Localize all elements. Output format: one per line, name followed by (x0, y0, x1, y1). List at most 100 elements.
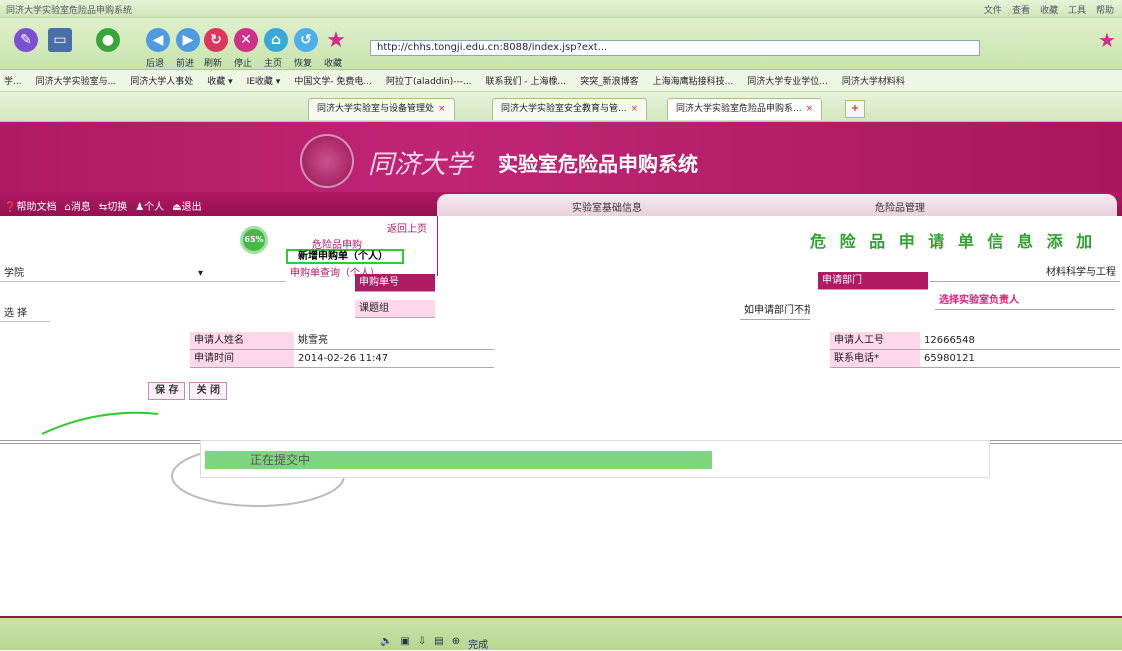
address-bar[interactable]: http://chhs.tongji.edu.cn:8088/index.jsp… (370, 40, 980, 56)
fav-item[interactable]: 同济大学专业学位... (747, 74, 828, 87)
submit-progress: 正在提交中 (200, 440, 990, 478)
menu-help[interactable]: 帮助 (1096, 3, 1114, 16)
tab-safety-education[interactable]: 同济大学实验室安全教育与管... × (492, 98, 648, 120)
dept-hint: 如申请部门不指 (740, 302, 810, 320)
person-icon: ♟ (135, 202, 145, 213)
user-nav: ❓帮助文档 ⌂消息 ⇆切换 ♟个人 ⏏退出 (4, 198, 202, 213)
help-icon: ❓ (4, 202, 17, 213)
forward-icon[interactable]: ▶ (176, 28, 200, 52)
tab-label: 同济大学实验室安全教育与管... (501, 104, 627, 114)
logout-icon: ⏏ (172, 202, 182, 213)
switch-icon: ⇆ (98, 202, 108, 213)
fav-item[interactable]: 同济大学人事处 (130, 74, 193, 87)
toolbar-label-home: 主页 (264, 59, 283, 69)
help-doc-link[interactable]: ❓帮助文档 (4, 198, 56, 213)
help-doc-label: 帮助文档 (16, 202, 57, 213)
back-link[interactable]: 返回上页 (387, 220, 427, 235)
fav-item[interactable]: 中国文学- 免费电... (294, 74, 372, 87)
user-icon[interactable]: ● (96, 28, 120, 52)
tab-equipment-office[interactable]: 同济大学实验室与设备管理处 × (308, 98, 455, 120)
back-icon[interactable]: ◀ (146, 28, 170, 52)
stop-icon[interactable]: ✕ (234, 28, 258, 52)
applicant-name-label: 申请人姓名 (190, 332, 294, 350)
fav-item[interactable]: 突突_新浪博客 (580, 74, 639, 87)
university-seal-icon (300, 134, 354, 188)
tools-icon[interactable]: ✎ (14, 28, 38, 52)
browser-toolbar: ✎ ▭ ● ◀ ▶ ↻ ✕ ⌂ ↺ ★ 后退 前进 刷新 停止 主页 恢复 收藏… (0, 18, 1122, 70)
site-banner: 同济大学 实验室危险品申购系统 (0, 122, 1122, 192)
logout-link[interactable]: ⏏退出 (172, 198, 201, 213)
logout-label: 退出 (181, 202, 202, 213)
fav-item[interactable]: 同济大学实验室与... (36, 74, 117, 87)
favorites-star-icon[interactable]: ★ (324, 28, 348, 53)
menu-tools[interactable]: 工具 (1068, 3, 1086, 16)
main-nav: 实验室基础信息 危险品管理 (437, 194, 1117, 216)
favorites-add-icon[interactable]: ★ (1095, 28, 1119, 52)
applicant-name-value: 姚雪亮 (294, 332, 494, 350)
page-icon[interactable]: ▤ (434, 636, 443, 651)
home-icon[interactable]: ⌂ (264, 28, 288, 52)
apply-time-value: 2014-02-26 11:47 (294, 350, 494, 368)
page-header: 危 险 品 申 请 单 信 息 添 加 (438, 216, 1122, 260)
close-icon[interactable]: × (438, 104, 446, 114)
status-text: 完成 (468, 640, 489, 651)
browser-statusbar: 🔈 ▣ ⇩ ▤ ⊕ 完成 (0, 616, 1122, 651)
toolbar-label-refresh: 刷新 (204, 59, 223, 69)
application-form: 申购单号 课题组 申请部门 材料科学与工程 如申请部门不指 选择实验室负责人 申… (0, 262, 1122, 382)
screen-icon[interactable]: ▭ (48, 28, 72, 52)
fav-item[interactable]: IE收藏 ▾ (247, 74, 281, 87)
favorites-bar: 学... 同济大学实验室与... 同济大学人事处 收藏 ▾ IE收藏 ▾ 中国文… (0, 70, 1122, 92)
employee-no-label: 申请人工号 (830, 332, 920, 350)
phone-input[interactable]: 65980121 (920, 350, 1120, 368)
restore-icon[interactable]: ↺ (294, 28, 318, 52)
menu-view[interactable]: 查看 (1012, 3, 1030, 16)
toolbar-label-favorites: 收藏 (324, 59, 343, 69)
fav-item[interactable]: 阿拉丁(aladdin)---... (386, 74, 472, 87)
new-tab-button[interactable]: + (845, 100, 865, 118)
lab-head-hint[interactable]: 选择实验室负责人 (935, 292, 1115, 310)
nav-hazmat-management[interactable]: 危险品管理 (875, 199, 925, 214)
status-icons: 🔈 ▣ ⇩ ▤ ⊕ 完成 (380, 636, 488, 651)
form-actions: 保 存 关 闭 (148, 382, 227, 400)
toolbar-label-restore: 恢复 (294, 59, 313, 69)
fav-item[interactable]: 联系我们 - 上海橡... (486, 74, 567, 87)
switch-link[interactable]: ⇆切换 (99, 198, 127, 213)
nav-strip: ❓帮助文档 ⌂消息 ⇆切换 ♟个人 ⏏退出 实验室基础信息 危险品管理 (0, 192, 1122, 216)
sound-icon[interactable]: 🔈 (380, 636, 392, 651)
toolbar-label-back: 后退 (146, 59, 165, 69)
window-titlebar: 同济大学实验室危险品申购系统 文件 查看 收藏 工具 帮助 (0, 0, 1122, 18)
messages-link[interactable]: ⌂消息 (64, 198, 90, 213)
apply-time-label: 申请时间 (190, 350, 294, 368)
image-icon[interactable]: ▣ (400, 636, 409, 651)
fav-item[interactable]: 收藏 ▾ (207, 74, 232, 87)
nav-lab-basic-info[interactable]: 实验室基础信息 (572, 199, 642, 214)
personal-label: 个人 (144, 202, 165, 213)
employee-no-value: 12666548 (920, 332, 1120, 350)
messages-label: 消息 (70, 202, 91, 213)
save-button[interactable]: 保 存 (148, 382, 186, 400)
download-icon[interactable]: ⇩ (418, 636, 426, 651)
toolbar-label-stop: 停止 (234, 59, 253, 69)
fav-item[interactable]: 同济大学材料科 (842, 74, 905, 87)
close-icon[interactable]: × (806, 104, 814, 114)
tab-label: 同济大学实验室危险品申购系... (676, 104, 802, 114)
toolbar-label-forward: 前进 (176, 59, 195, 69)
menu-file[interactable]: 文件 (984, 3, 1002, 16)
tab-hazmat-system[interactable]: 同济大学实验室危险品申购系... × (667, 98, 823, 120)
progress-ring-badge: 65% (240, 226, 268, 254)
dept-value[interactable]: 材料科学与工程 (930, 264, 1120, 282)
close-button[interactable]: 关 闭 (189, 382, 227, 400)
menu-favorites[interactable]: 收藏 (1040, 3, 1058, 16)
dept-label: 申请部门 (818, 272, 928, 290)
tab-bar: 同济大学实验室与设备管理处 × 同济大学实验室安全教育与管... × 同济大学实验室… (0, 92, 1122, 122)
fav-item[interactable]: 上海海鹰粘接科技... (653, 74, 734, 87)
system-title: 实验室危险品申购系统 (498, 152, 698, 176)
personal-link[interactable]: ♟个人 (135, 198, 164, 213)
order-no-label: 申购单号 (355, 274, 435, 292)
close-icon[interactable]: × (631, 104, 639, 114)
refresh-icon[interactable]: ↻ (204, 28, 228, 52)
zoom-icon[interactable]: ⊕ (452, 636, 460, 651)
progress-label: 正在提交中 (249, 453, 310, 467)
window-menu: 文件 查看 收藏 工具 帮助 (984, 3, 1114, 16)
fav-item[interactable]: 学... (4, 74, 22, 87)
